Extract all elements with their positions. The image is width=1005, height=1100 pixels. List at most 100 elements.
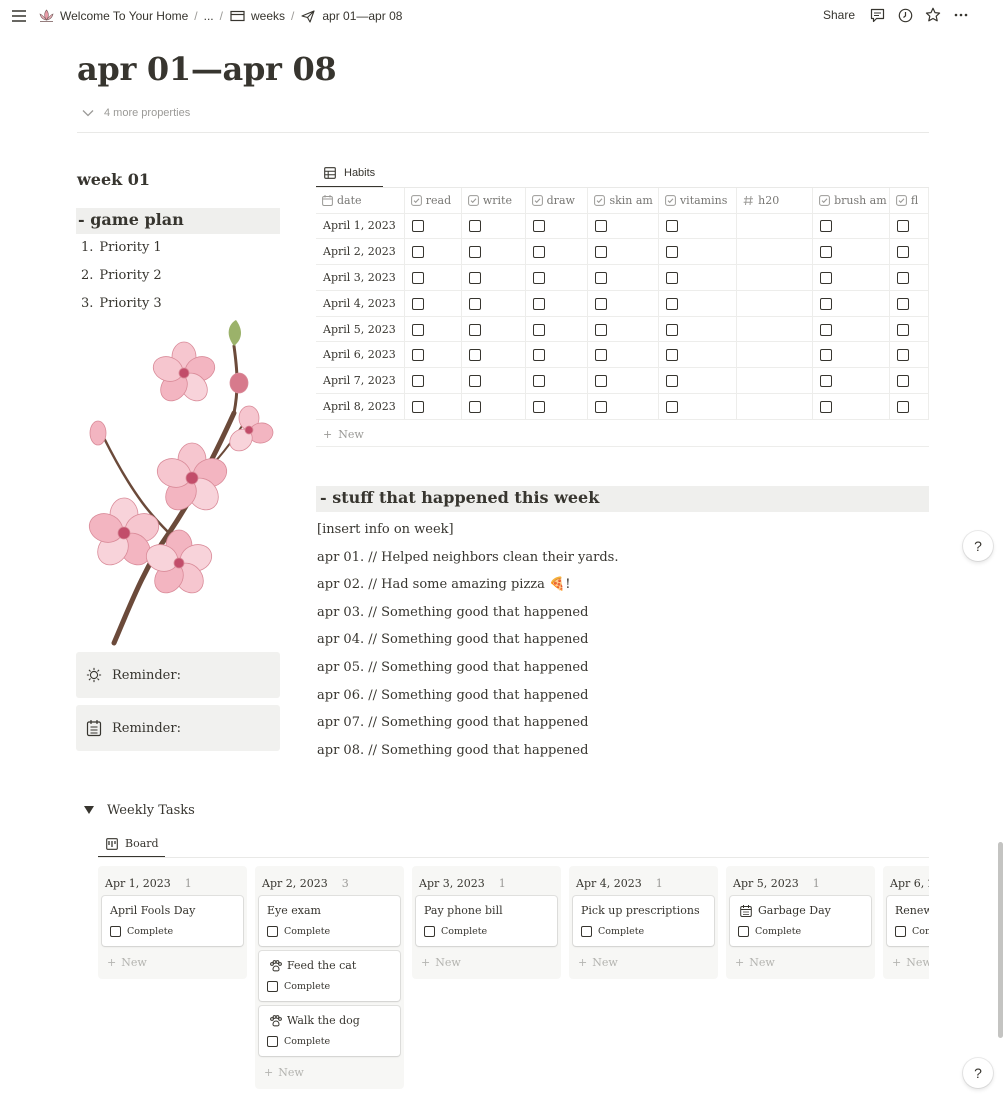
- checkbox[interactable]: [532, 271, 545, 284]
- column-header[interactable]: draw: [525, 188, 589, 214]
- checkbox[interactable]: [665, 323, 678, 336]
- weekly-tasks-toggle[interactable]: Weekly Tasks: [81, 802, 195, 818]
- checkbox[interactable]: [411, 349, 424, 362]
- task-card[interactable]: Pick up prescriptions Complete: [573, 896, 714, 946]
- checkbox[interactable]: [468, 297, 481, 310]
- date-cell[interactable]: April 2, 2023: [316, 238, 405, 266]
- checkbox[interactable]: [468, 349, 481, 362]
- add-card-button[interactable]: + New: [573, 951, 714, 973]
- checkbox[interactable]: [896, 375, 909, 388]
- checkbox[interactable]: [665, 271, 678, 284]
- checkbox[interactable]: [820, 375, 833, 388]
- task-card[interactable]: April Fools Day Complete: [102, 896, 243, 946]
- checkbox[interactable]: [896, 349, 909, 362]
- checkbox[interactable]: [595, 246, 608, 259]
- column-header[interactable]: brush am: [812, 188, 890, 214]
- game-plan-heading[interactable]: - game plan: [76, 208, 280, 234]
- checkbox[interactable]: [595, 349, 608, 362]
- add-card-button[interactable]: + New: [730, 951, 871, 973]
- complete-checkbox[interactable]: [581, 926, 592, 937]
- task-card[interactable]: Pay phone bill Complete: [416, 896, 557, 946]
- checkbox[interactable]: [468, 323, 481, 336]
- menu-icon[interactable]: [10, 7, 28, 25]
- clock-icon[interactable]: [897, 7, 913, 23]
- checkbox[interactable]: [595, 375, 608, 388]
- task-card[interactable]: Feed the cat Complete: [259, 951, 400, 1001]
- checkbox[interactable]: [665, 220, 678, 233]
- list-item[interactable]: 2. Priority 2: [81, 268, 162, 296]
- date-cell[interactable]: April 6, 2023: [316, 341, 405, 369]
- star-icon[interactable]: [925, 7, 941, 23]
- checkbox[interactable]: [665, 246, 678, 259]
- reminder-callout[interactable]: Reminder:: [76, 652, 280, 698]
- scrollbar[interactable]: [998, 842, 1003, 1038]
- complete-checkbox[interactable]: [267, 981, 278, 992]
- tab-habits[interactable]: Habits: [316, 160, 384, 188]
- help-button[interactable]: ?: [963, 531, 993, 561]
- breadcrumb-weeks[interactable]: weeks: [229, 8, 285, 24]
- breadcrumb-current[interactable]: apr 01—apr 08: [300, 8, 402, 24]
- complete-checkbox[interactable]: [267, 1036, 278, 1047]
- checkbox[interactable]: [595, 271, 608, 284]
- text-block[interactable]: apr 08. // Something good that happened: [317, 737, 618, 765]
- checkbox[interactable]: [532, 400, 545, 413]
- text-block[interactable]: apr 02. // Had some amazing pizza 🍕!: [317, 571, 618, 599]
- column-header[interactable]: read: [404, 188, 462, 214]
- checkbox[interactable]: [532, 323, 545, 336]
- complete-checkbox[interactable]: [424, 926, 435, 937]
- text-block[interactable]: apr 07. // Something good that happened: [317, 709, 618, 737]
- checkbox[interactable]: [665, 297, 678, 310]
- more-icon[interactable]: [953, 7, 969, 23]
- board-column-header[interactable]: Apr 2, 2023 3: [259, 870, 400, 896]
- date-cell[interactable]: April 5, 2023: [316, 316, 405, 343]
- task-card[interactable]: Garbage Day Complete: [730, 896, 871, 946]
- column-header[interactable]: date: [316, 188, 405, 214]
- number-cell[interactable]: [736, 393, 814, 420]
- add-card-button[interactable]: + New: [102, 951, 243, 973]
- number-cell[interactable]: [736, 238, 814, 266]
- complete-checkbox[interactable]: [895, 926, 906, 937]
- text-block[interactable]: apr 06. // Something good that happened: [317, 682, 618, 710]
- text-block[interactable]: [insert info on week]: [317, 516, 618, 544]
- add-card-button[interactable]: + New: [887, 951, 929, 973]
- checkbox[interactable]: [411, 323, 424, 336]
- column-header[interactable]: h20: [736, 188, 814, 214]
- checkbox[interactable]: [595, 297, 608, 310]
- column-header[interactable]: fl: [889, 188, 929, 214]
- board-column-header[interactable]: Apr 6, 20: [887, 870, 929, 896]
- date-cell[interactable]: April 3, 2023: [316, 264, 405, 291]
- complete-checkbox[interactable]: [738, 926, 749, 937]
- text-block[interactable]: apr 03. // Something good that happened: [317, 599, 618, 627]
- checkbox[interactable]: [896, 297, 909, 310]
- checkbox[interactable]: [532, 297, 545, 310]
- checkbox[interactable]: [468, 271, 481, 284]
- checkbox[interactable]: [820, 349, 833, 362]
- checkbox[interactable]: [411, 220, 424, 233]
- date-cell[interactable]: April 4, 2023: [316, 290, 405, 317]
- checkbox[interactable]: [896, 220, 909, 233]
- task-card[interactable]: Renew Complete: [887, 896, 929, 946]
- checkbox[interactable]: [820, 271, 833, 284]
- checkbox[interactable]: [532, 375, 545, 388]
- board-column-header[interactable]: Apr 5, 2023 1: [730, 870, 871, 896]
- task-card[interactable]: Walk the dog Complete: [259, 1006, 400, 1056]
- breadcrumb-ellipsis[interactable]: ...: [204, 9, 214, 23]
- checkbox[interactable]: [411, 271, 424, 284]
- number-cell[interactable]: [736, 341, 814, 369]
- column-header[interactable]: write: [461, 188, 526, 214]
- complete-checkbox[interactable]: [110, 926, 121, 937]
- number-cell[interactable]: [736, 264, 814, 291]
- add-row-button[interactable]: + New: [316, 423, 929, 447]
- checkbox[interactable]: [532, 220, 545, 233]
- tab-board[interactable]: Board: [98, 831, 165, 858]
- checkbox[interactable]: [468, 375, 481, 388]
- checkbox[interactable]: [896, 323, 909, 336]
- checkbox[interactable]: [820, 297, 833, 310]
- add-card-button[interactable]: + New: [259, 1061, 400, 1083]
- checkbox[interactable]: [468, 400, 481, 413]
- list-item[interactable]: 1. Priority 1: [81, 240, 162, 268]
- complete-checkbox[interactable]: [267, 926, 278, 937]
- date-cell[interactable]: April 1, 2023: [316, 213, 405, 240]
- checkbox[interactable]: [896, 400, 909, 413]
- board-column-header[interactable]: Apr 1, 2023 1: [102, 870, 243, 896]
